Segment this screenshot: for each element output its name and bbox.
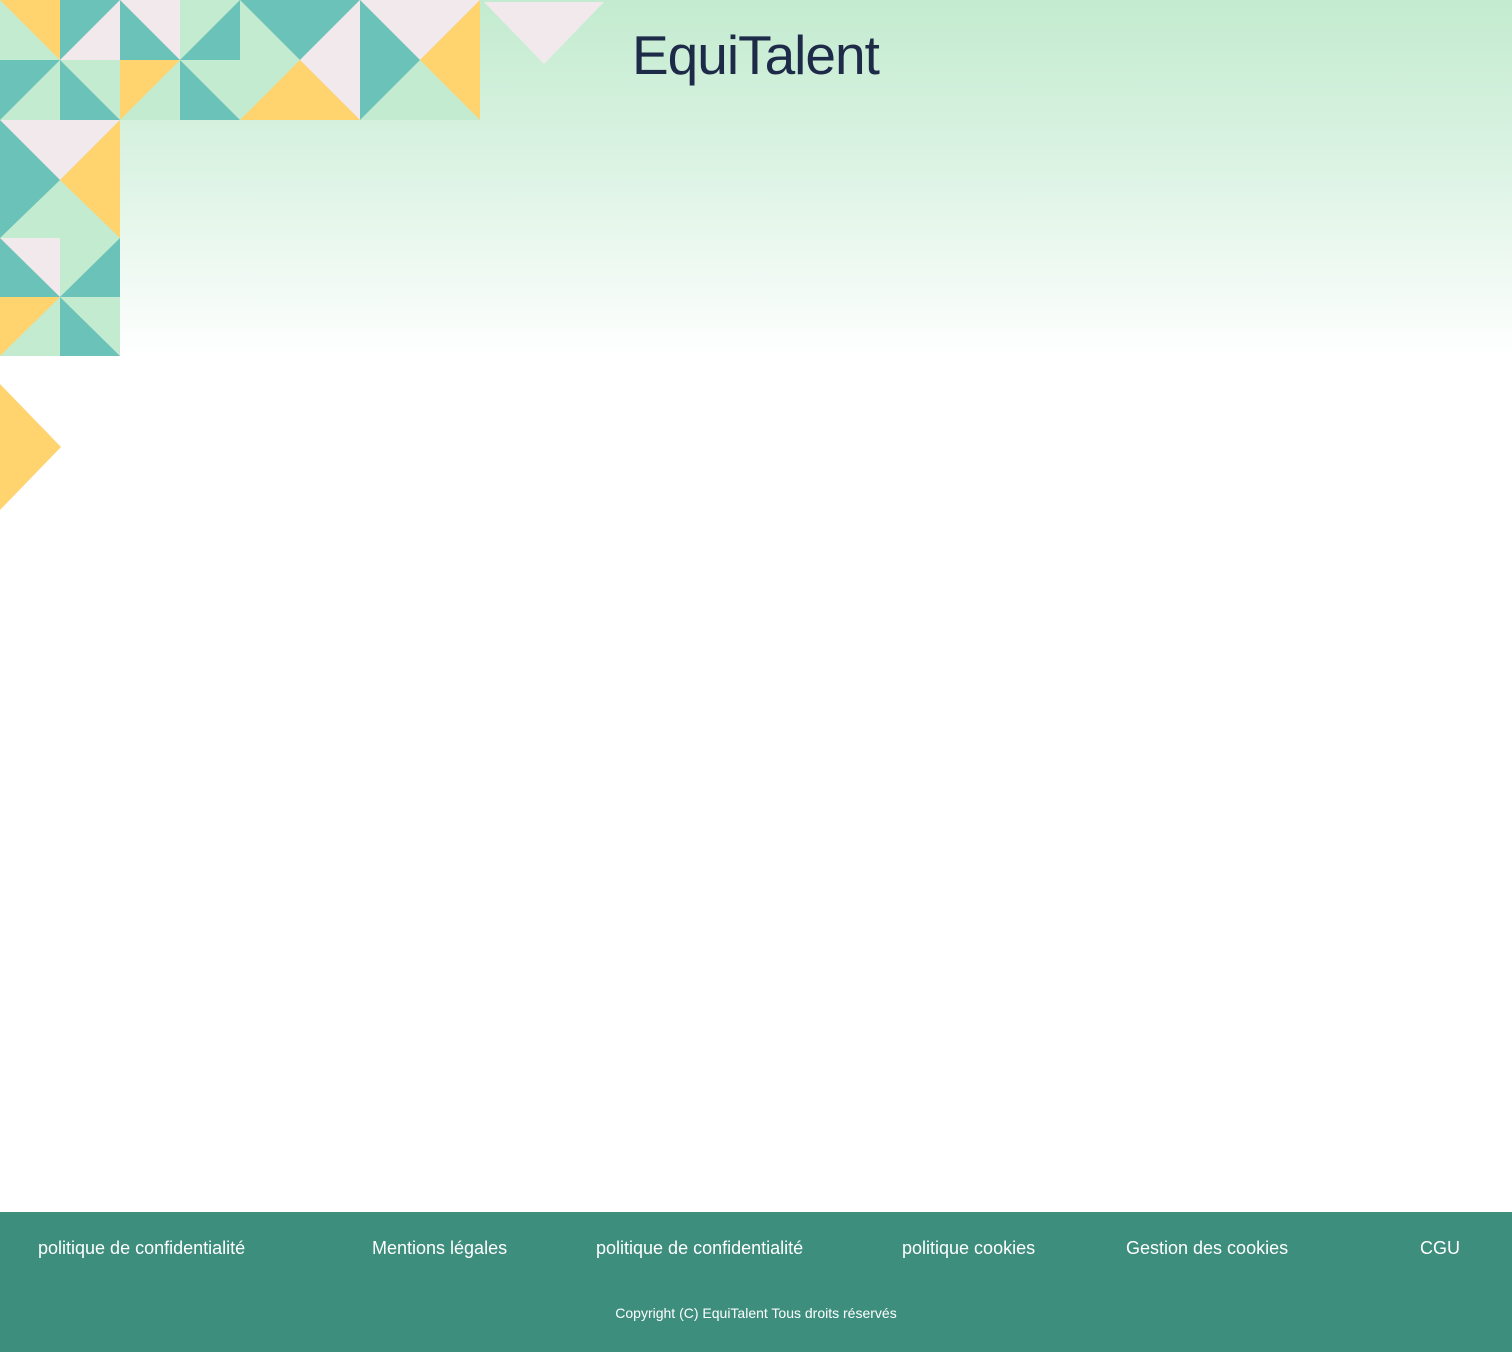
copyright-text: Copyright (C) EquiTalent Tous droits rés… [615,1305,897,1321]
footer-link-privacy-policy-2[interactable]: politique de confidentialité [596,1238,803,1259]
footer-link-privacy-policy[interactable]: politique de confidentialité [38,1238,245,1259]
brand-logo[interactable]: EquiTalent [632,20,880,90]
footer-link-cookie-policy[interactable]: politique cookies [902,1238,1035,1259]
footer-link-legal-notice[interactable]: Mentions légales [372,1238,507,1259]
footer-link-terms[interactable]: CGU [1420,1238,1460,1259]
geometric-pattern-decoration [0,0,604,510]
site-footer: politique de confidentialité Mentions lé… [0,1212,1512,1352]
brand-name: EquiTalent [632,24,880,86]
footer-link-cookie-management[interactable]: Gestion des cookies [1126,1238,1288,1259]
